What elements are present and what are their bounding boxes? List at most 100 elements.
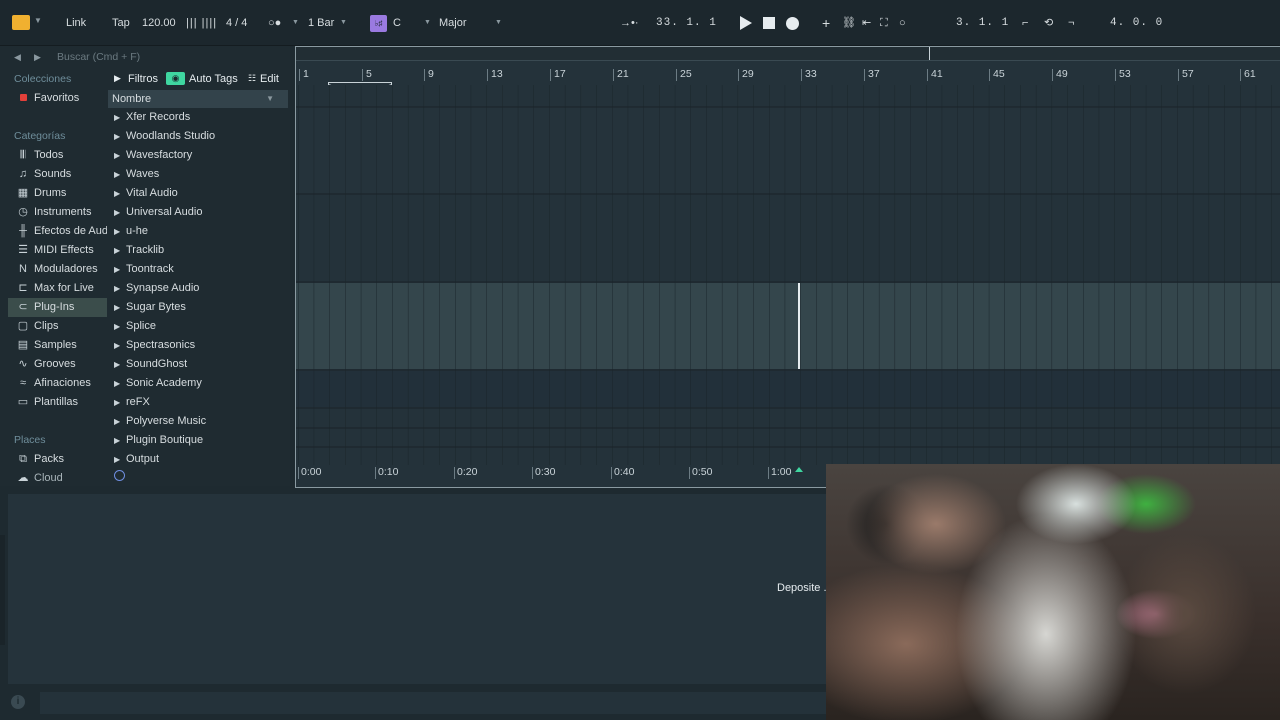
link-button[interactable]: Link <box>60 13 92 33</box>
expand-arrow-icon[interactable]: ▶ <box>114 165 120 184</box>
tap-button[interactable]: Tap <box>106 13 136 33</box>
expand-arrow-icon[interactable]: ▶ <box>114 431 120 450</box>
list-item[interactable]: ▶ Wavesfactory <box>108 146 288 165</box>
edit-button[interactable]: Edit <box>260 73 279 85</box>
expand-arrow-icon[interactable]: ▶ <box>114 412 120 431</box>
metronome-icon[interactable]: ○● <box>262 13 287 33</box>
filters-button[interactable]: Filtros <box>128 73 158 85</box>
sidebar-item-modulators[interactable]: Ν Moduladores <box>8 260 107 279</box>
list-item[interactable]: ▶ Xfer Records <box>108 108 288 127</box>
list-item[interactable]: ▶ Sugar Bytes <box>108 298 288 317</box>
detail-view[interactable]: Deposite ... <box>8 494 833 684</box>
expand-arrow-icon[interactable]: ▶ <box>114 146 120 165</box>
expand-arrow-icon[interactable]: ▶ <box>114 127 120 146</box>
chevron-down-icon[interactable]: ▼ <box>292 19 299 26</box>
list-item[interactable]: ▶ Toontrack <box>108 260 288 279</box>
play-icon[interactable] <box>740 16 752 30</box>
sidebar-item-packs[interactable]: ⧉ Packs <box>8 450 107 469</box>
expand-arrow-icon[interactable]: ▶ <box>114 355 120 374</box>
sort-arrow-icon[interactable]: ▼ <box>266 90 274 108</box>
chevron-down-icon[interactable]: ▼ <box>34 16 42 25</box>
search-input[interactable]: Buscar (Cmd + F) <box>57 51 140 63</box>
expand-arrow-icon[interactable]: ▶ <box>114 336 120 355</box>
name-column-header[interactable]: Nombre ▼ <box>108 90 288 108</box>
list-item[interactable]: ▶ Vital Audio <box>108 184 288 203</box>
expand-arrow-icon[interactable]: ▶ <box>114 260 120 279</box>
scale-mode-icon[interactable]: ♭♯ <box>370 15 387 32</box>
list-item[interactable]: ▶ Sonic Academy <box>108 374 288 393</box>
expand-arrow-icon[interactable]: ▶ <box>114 393 120 412</box>
sidebar-item-samples[interactable]: ▤ Samples <box>8 336 107 355</box>
overview-bar[interactable] <box>296 47 1280 61</box>
chevron-down-icon[interactable]: ▼ <box>495 19 502 26</box>
capture-icon[interactable]: ⛶ <box>874 13 894 33</box>
time-signature-field[interactable]: 4 / 4 <box>220 13 253 33</box>
auto-tags-icon[interactable]: ◉ <box>166 72 185 85</box>
arrangement-view[interactable]: 1 5 9 13 17 21 25 29 33 37 41 45 49 53 5… <box>295 46 1280 488</box>
sidebar-item-templates[interactable]: ▭ Plantillas <box>8 393 107 412</box>
list-item[interactable]: ▶ Polyverse Music <box>108 412 288 431</box>
forward-arrow-icon[interactable]: ▶ <box>34 52 41 63</box>
list-item[interactable]: ▶ SoundGhost <box>108 355 288 374</box>
sidebar-item-audio-effects[interactable]: ╫ Efectos de Audio <box>8 222 107 241</box>
list-item[interactable]: ▶ reFX <box>108 393 288 412</box>
sidebar-item-drums[interactable]: ▦ Drums <box>8 184 107 203</box>
list-item[interactable]: ▶ Woodlands Studio <box>108 127 288 146</box>
list-item[interactable]: ▶ u-he <box>108 222 288 241</box>
quantize-menu[interactable]: 1 Bar <box>302 13 340 33</box>
expand-arrow-icon[interactable]: ▶ <box>114 203 120 222</box>
expand-arrow-icon[interactable]: ▶ <box>114 241 120 260</box>
list-item[interactable]: ▶ Output <box>108 450 288 469</box>
preview-icon[interactable] <box>114 470 125 481</box>
list-item[interactable]: ▶ Universal Audio <box>108 203 288 222</box>
expand-arrow-icon[interactable]: ▶ <box>114 108 120 127</box>
expand-arrow-icon[interactable]: ▶ <box>114 184 120 203</box>
expand-arrow-icon[interactable]: ▶ <box>114 317 120 336</box>
beat-ruler[interactable]: 1 5 9 13 17 21 25 29 33 37 41 45 49 53 5… <box>296 69 1280 104</box>
sidebar-item-sounds[interactable]: ♫ Sounds <box>8 165 107 184</box>
sidebar-item-instruments[interactable]: ◷ Instruments <box>8 203 107 222</box>
resize-handle[interactable] <box>0 535 5 645</box>
tempo-field[interactable]: 120.00 <box>136 13 182 33</box>
sidebar-item-max-for-live[interactable]: ⊏ Max for Live <box>8 279 107 298</box>
loop-icon[interactable]: ⟲ <box>1038 13 1059 33</box>
list-item[interactable]: ▶ Spectrasonics <box>108 336 288 355</box>
browser-toggle-icon[interactable] <box>12 15 30 30</box>
sidebar-item-favoritos[interactable]: Favoritos <box>8 89 107 108</box>
list-item[interactable]: ▶ Synapse Audio <box>108 279 288 298</box>
key-root-select[interactable]: C <box>387 13 407 33</box>
punch-in-icon[interactable]: ⌐ <box>1016 13 1034 33</box>
back-arrow-icon[interactable]: ◀ <box>14 52 21 63</box>
list-item[interactable]: ▶ Waves <box>108 165 288 184</box>
loop-length-field[interactable]: 4. 0. 0 <box>1104 13 1169 33</box>
session-record-icon[interactable]: ○ <box>893 13 912 33</box>
expand-arrow-icon[interactable]: ▶ <box>114 279 120 298</box>
scale-select[interactable]: Major <box>433 13 473 33</box>
edit-icon[interactable]: ☷ <box>248 73 256 84</box>
auto-tags-button[interactable]: Auto Tags <box>189 73 238 85</box>
sidebar-item-todos[interactable]: 𝄃𝄃 Todos <box>8 146 107 165</box>
chevron-down-icon[interactable]: ▼ <box>340 19 347 26</box>
sidebar-item-clips[interactable]: ▢ Clips <box>8 317 107 336</box>
loop-start-field[interactable]: 3. 1. 1 <box>950 13 1015 33</box>
filter-toggle-icon[interactable]: ▶ <box>114 73 121 84</box>
expand-arrow-icon[interactable]: ▶ <box>114 298 120 317</box>
add-icon[interactable]: + <box>816 13 836 33</box>
info-icon[interactable]: i <box>11 695 25 709</box>
follow-icon[interactable]: →•· <box>614 13 645 33</box>
record-icon[interactable] <box>786 17 799 30</box>
arrangement-position[interactable]: 33. 1. 1 <box>650 13 723 33</box>
stop-icon[interactable] <box>763 17 775 29</box>
sidebar-item-grooves[interactable]: ∿ Grooves <box>8 355 107 374</box>
expand-arrow-icon[interactable]: ▶ <box>114 222 120 241</box>
sidebar-item-midi-effects[interactable]: ☰ MIDI Effects <box>8 241 107 260</box>
list-item[interactable]: ▶ Plugin Boutique <box>108 431 288 450</box>
list-item[interactable]: ▶ Splice <box>108 317 288 336</box>
expand-arrow-icon[interactable]: ▶ <box>114 450 120 469</box>
sidebar-item-plug-ins[interactable]: ⊂ Plug-Ins <box>8 298 107 317</box>
track-lanes[interactable] <box>296 85 1280 465</box>
nudge-icon[interactable]: ||| |||| <box>180 13 223 33</box>
sidebar-item-tunings[interactable]: ≈ Afinaciones <box>8 374 107 393</box>
punch-out-icon[interactable]: ¬ <box>1062 13 1080 33</box>
expand-arrow-icon[interactable]: ▶ <box>114 374 120 393</box>
